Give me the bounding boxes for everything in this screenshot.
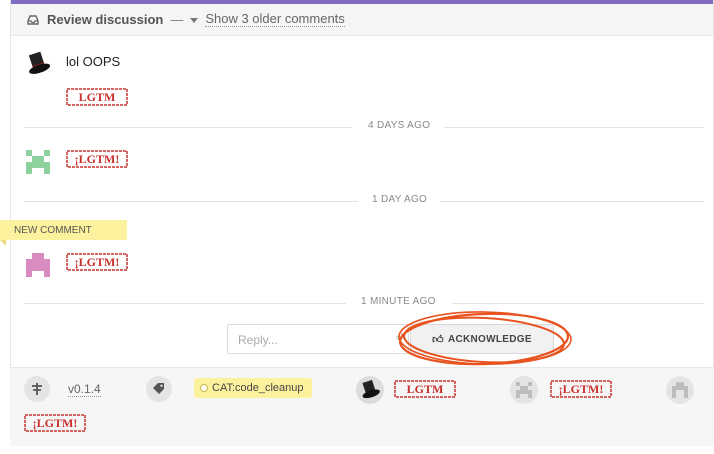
new-comment-marker: NEW COMMENT [0, 220, 127, 246]
lgtm-badge-text: ¡LGTM! [33, 416, 78, 430]
gray-identicon-avatar[interactable] [510, 376, 538, 404]
lgtm-badge: ¡LGTM! [66, 253, 128, 271]
branch-icon [32, 383, 42, 395]
time-separator: 1 DAY AGO [24, 194, 704, 208]
show-older-comments-link[interactable]: Show 3 older comments [205, 12, 345, 27]
time-separator: 1 MINUTE AGO [24, 296, 704, 310]
reply-placeholder: Reply... [238, 333, 278, 347]
acknowledge-label: ACKNOWLEDGE [447, 333, 532, 345]
reply-input[interactable]: Reply... ⏎ [227, 324, 409, 354]
top-hat-avatar[interactable] [24, 50, 52, 78]
time-separator-label: 1 DAY AGO [372, 194, 428, 205]
lgtm-badge: LGTM [394, 380, 456, 398]
time-separator-label: 1 MINUTE AGO [361, 296, 436, 307]
header-dash: — [170, 12, 184, 27]
acknowledge-button[interactable]: 👍︎ ACKNOWLEDGE [410, 324, 554, 354]
time-separator-label: 4 DAYS AGO [368, 120, 431, 131]
tag-icon [153, 383, 164, 394]
lgtm-badge: ¡LGTM! [550, 380, 612, 398]
inbox-icon [27, 14, 39, 25]
top-hat-avatar[interactable] [356, 376, 384, 404]
branch-button[interactable] [24, 376, 50, 402]
lgtm-badge: ¡LGTM! [66, 150, 128, 168]
gray-identicon-avatar[interactable] [666, 376, 694, 404]
comment-text: lol OOPS [66, 54, 121, 69]
lgtm-badge-text: LGTM [79, 90, 116, 104]
lgtm-badge: LGTM [66, 88, 128, 106]
lgtm-badge-text: LGTM [407, 382, 444, 396]
lgtm-badge-text: ¡LGTM! [75, 255, 120, 269]
time-separator: 4 DAYS AGO [24, 120, 704, 134]
lgtm-badge-text: ¡LGTM! [75, 152, 120, 166]
discussion-title: Review discussion [47, 12, 164, 27]
discussion-header: Review discussion — Show 3 older comment… [11, 4, 713, 36]
green-identicon-avatar[interactable] [24, 148, 52, 176]
lgtm-badge-text: ¡LGTM! [559, 382, 604, 396]
tags-button[interactable] [146, 376, 172, 402]
pink-identicon-avatar[interactable] [24, 251, 52, 279]
lgtm-badge: ¡LGTM! [24, 414, 86, 432]
thumbs-up-icon: 👍︎ [432, 333, 444, 346]
chevron-down-icon[interactable] [190, 17, 199, 23]
return-icon: ⏎ [395, 333, 404, 344]
review-footer: v0.1.4 CAT:code_cleanup LGTM ¡LGTM! ¡LGT… [10, 367, 714, 446]
category-tag[interactable]: CAT:code_cleanup [194, 378, 312, 398]
version-link[interactable]: v0.1.4 [68, 383, 101, 397]
